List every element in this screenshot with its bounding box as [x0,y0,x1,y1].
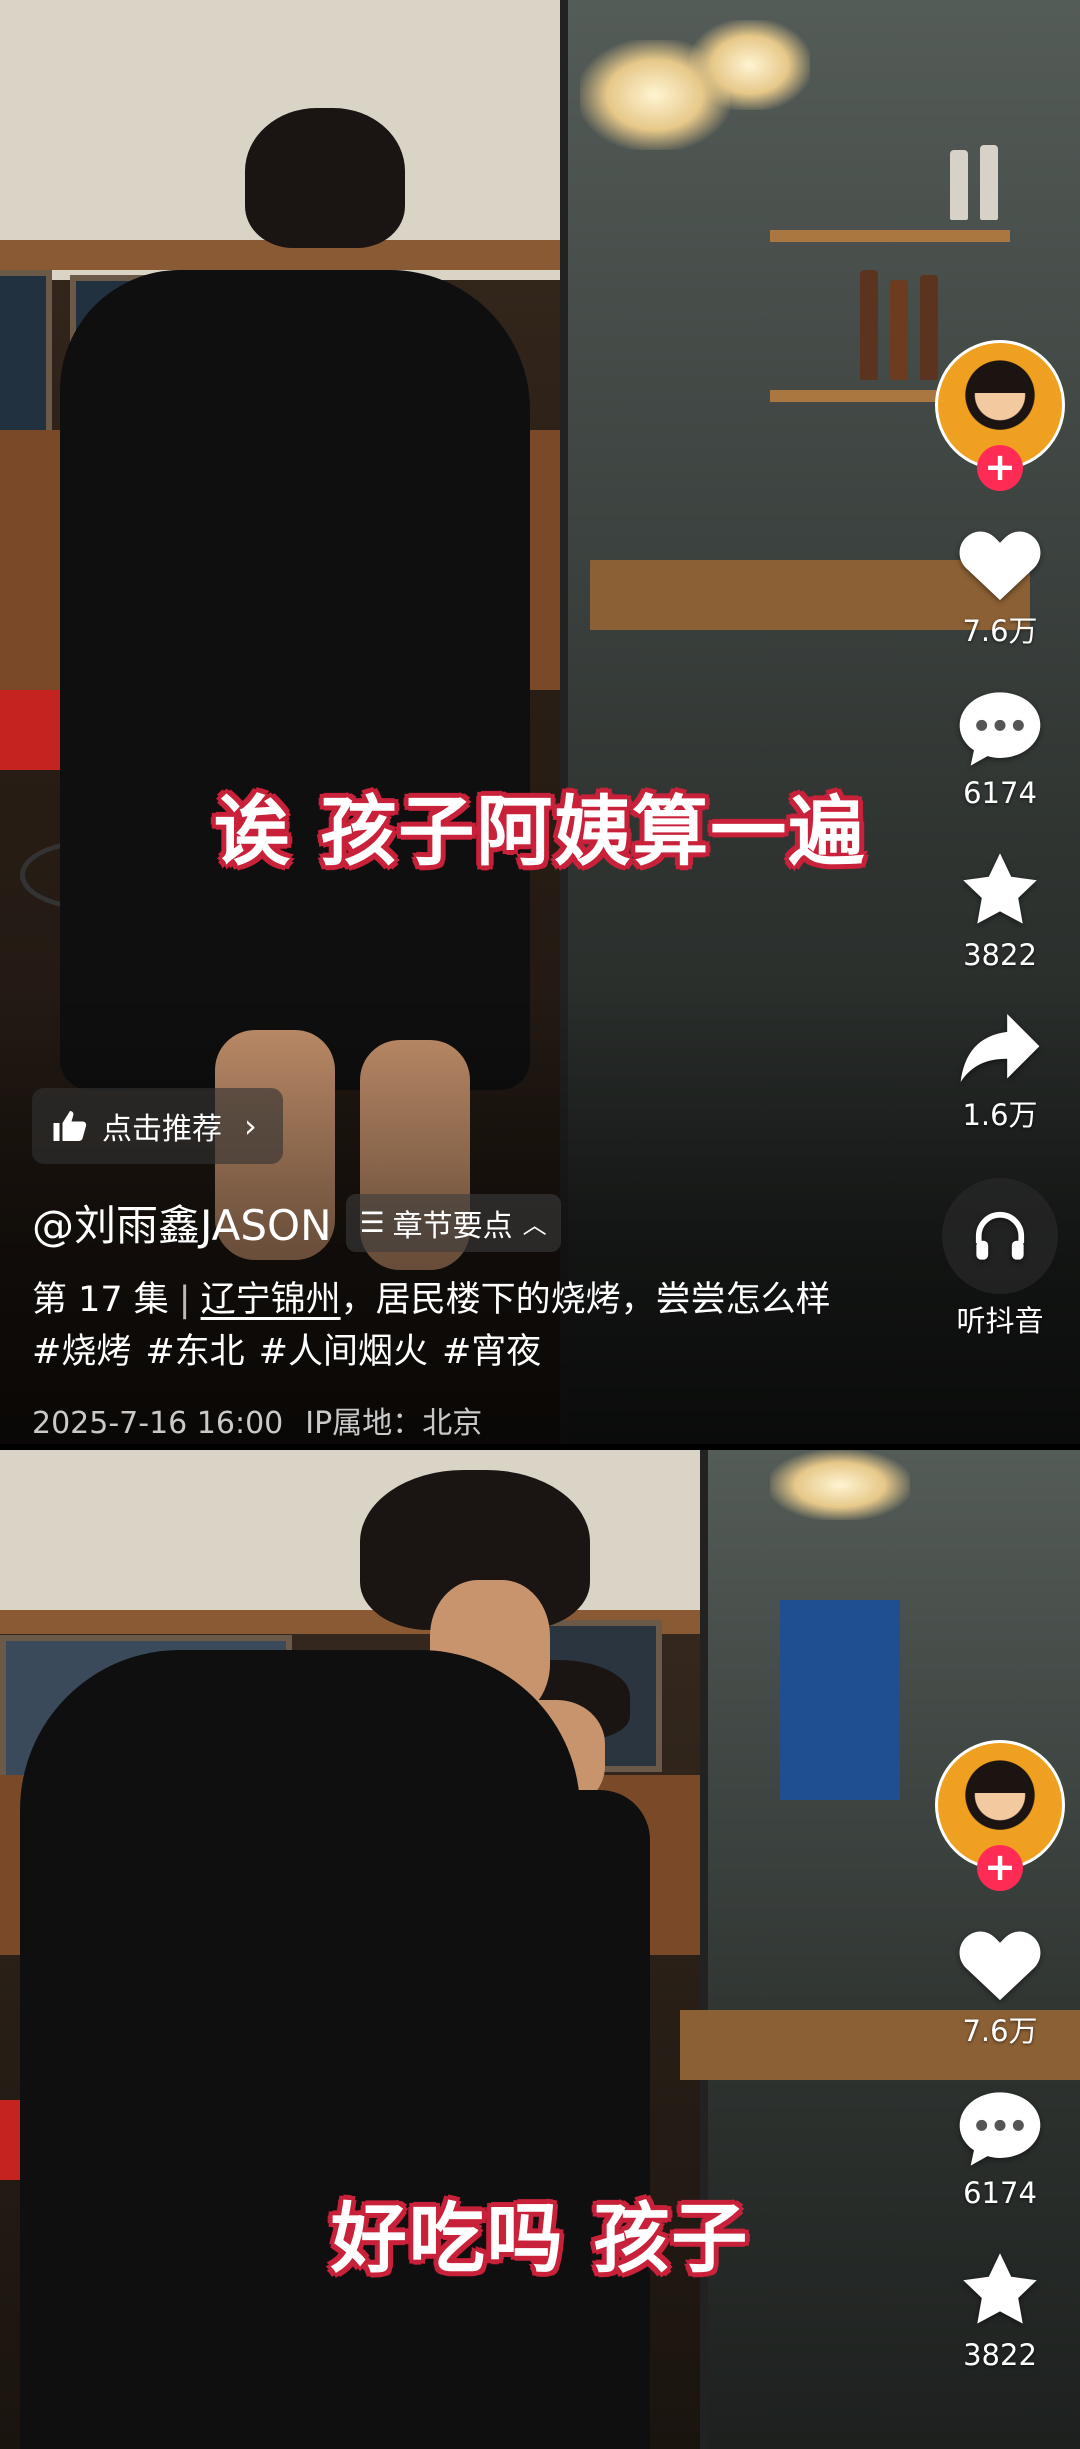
ip-location: IP属地：北京 [305,1406,483,1441]
comment-icon [959,692,1041,766]
like-count: 7.6万 [962,614,1038,648]
post-meta: 2025-7-16 16:00 IP属地：北京 [32,1398,482,1442]
video-frame-2[interactable]: 好吃吗 孩子 + 7.6万 6174 3822 [0,1450,1080,2449]
star-icon [963,853,1037,924]
bottle [980,145,998,220]
follow-plus-icon[interactable]: + [977,1845,1023,1891]
post-timestamp: 2025-7-16 16:00 [32,1406,284,1441]
wall-poster [0,270,52,442]
like-button[interactable]: 7.6万 [920,1922,1080,2050]
bottle [860,270,878,380]
listen-label: 听抖音 [956,1304,1044,1338]
wall [0,1450,700,1610]
bottle [950,150,968,220]
share-button[interactable]: 1.6万 [920,1010,1080,1134]
follow-plus-icon[interactable]: + [977,445,1023,491]
comment-count: 6174 [963,776,1037,810]
comment-button[interactable]: 6174 [920,688,1080,810]
location-link[interactable]: 辽宁锦州 [201,1280,341,1320]
favorite-count: 3822 [963,938,1037,972]
recommend-label: 点击推荐 [102,1112,222,1147]
favorite-button[interactable]: 3822 [920,2248,1080,2372]
author-row: @刘雨鑫JASON ☰ 章节要点 ︿ [32,1192,561,1253]
share-arrow-icon [960,1013,1040,1083]
heart-icon [959,531,1041,601]
comment-count: 6174 [963,2176,1037,2210]
ceiling-lamp [690,20,810,110]
favorite-count: 3822 [963,2338,1037,2372]
person-torso [60,270,530,1090]
ceiling-lamp [770,1450,910,1520]
favorite-button[interactable]: 3822 [920,848,1080,972]
author-avatar-wrap[interactable]: + [935,1740,1065,1891]
action-column: + 7.6万 6174 3822 1.6万 听抖音 [920,340,1080,1340]
description-text: ，居民楼下的烧烤，尝尝怎么样 [340,1280,831,1320]
recommend-button[interactable]: 点击推荐 › [32,1088,283,1164]
shelf [770,230,1010,242]
like-button[interactable]: 7.6万 [920,522,1080,650]
list-icon: ☰ [359,1206,385,1239]
bottle [890,280,908,380]
episode-label[interactable]: 第 17 集 [32,1280,169,1320]
video-subtitle: 好吃吗 孩子 [330,2194,750,2283]
video-scene [0,1450,1080,2449]
comment-button[interactable]: 6174 [920,2088,1080,2210]
person-torso [20,1650,580,2449]
action-column: + 7.6万 6174 3822 [920,1740,1080,2372]
comment-icon [959,2092,1041,2166]
listen-button[interactable]: 听抖音 [920,1178,1080,1340]
thumbs-up-icon [53,1111,87,1141]
video-subtitle: 诶 孩子阿姨算一遍 [213,787,867,876]
chevron-right-icon: › [244,1107,257,1145]
chevron-up-icon: ︿ [522,1211,547,1239]
chapters-button[interactable]: ☰ 章节要点 ︿ [345,1193,561,1252]
listen-circle[interactable] [942,1178,1058,1294]
person-hair [245,108,405,248]
author-avatar-wrap[interactable]: + [935,340,1065,491]
hashtag[interactable]: #人间烟火 [259,1332,428,1372]
fridge [780,1600,900,1800]
heart-icon [959,1931,1041,2001]
author-name[interactable]: @刘雨鑫JASON [32,1192,332,1253]
share-count: 1.6万 [962,1098,1038,1132]
video-frame-1[interactable]: 诶 孩子阿姨算一遍 + 7.6万 6174 3822 1.6万 听抖音 点击推荐… [0,0,1080,1444]
hashtag[interactable]: #东北 [145,1332,244,1372]
like-count: 7.6万 [962,2014,1038,2048]
hashtag[interactable]: #宵夜 [442,1332,541,1372]
hashtag[interactable]: #烧烤 [32,1332,131,1372]
divider: | [178,1280,191,1320]
star-icon [963,2253,1037,2324]
chapters-label: 章节要点 [392,1208,513,1244]
video-description: 第 17 集 | 辽宁锦州，居民楼下的烧烤，尝尝怎么样 #烧烤 #东北 #人间烟火 #宵夜 [32,1274,852,1378]
headphones-icon [975,1211,1025,1260]
